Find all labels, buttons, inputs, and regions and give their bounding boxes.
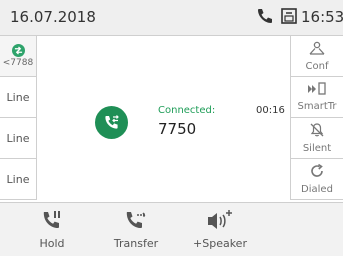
clock: 16:53 — [301, 8, 343, 26]
silent-label: Silent — [302, 143, 332, 154]
bottom-softkeys: Hold Transfer +Speaker — [0, 202, 343, 256]
line-key-1[interactable]: <7788 — [0, 36, 37, 77]
dialed-button[interactable]: Dialed — [290, 159, 343, 200]
side-softkeys: Conf SmartTr Silent Dialed — [290, 36, 343, 202]
dialed-label: Dialed — [301, 184, 333, 195]
line-key-label: Line — [6, 172, 30, 186]
smart-transfer-label: SmartTr — [297, 101, 337, 112]
call-number: 7750 — [158, 120, 197, 138]
conference-label: Conf — [305, 60, 329, 72]
smart-transfer-button[interactable]: SmartTr — [290, 77, 343, 118]
silent-button[interactable]: Silent — [290, 118, 343, 159]
refresh-icon — [309, 163, 325, 182]
hold-label: Hold — [39, 237, 65, 250]
call-state-label: Connected: — [158, 105, 216, 116]
bell-silent-icon — [309, 122, 325, 141]
line-key-3[interactable]: Line — [0, 118, 37, 159]
status-bar: 16.07.2018 16:53 — [0, 0, 343, 36]
transfer-button[interactable]: Transfer — [106, 203, 166, 256]
line-key-2[interactable]: Line — [0, 77, 37, 118]
active-call-icon — [95, 106, 128, 139]
speaker-icon — [206, 203, 234, 231]
line-key-4[interactable]: Line — [0, 159, 37, 200]
transfer-icon — [124, 203, 148, 231]
line-keys: <7788 Line Line Line — [0, 36, 37, 202]
date: 16.07.2018 — [10, 8, 96, 26]
line-call-icon — [11, 44, 25, 57]
conference-icon — [308, 41, 326, 59]
call-area: Connected: 00:16 7750 — [37, 36, 290, 202]
line-key-label: Line — [6, 131, 30, 145]
line-key-label: Line — [6, 90, 30, 104]
phone-icon — [256, 7, 274, 29]
line-key-label: <7788 — [2, 58, 34, 68]
transfer-label: Transfer — [113, 237, 159, 250]
status-icons — [256, 8, 298, 28]
speaker-button[interactable]: +Speaker — [190, 203, 250, 256]
smart-transfer-icon — [307, 82, 327, 99]
speaker-label: +Speaker — [193, 237, 247, 250]
hold-icon — [41, 203, 63, 231]
call-timer: 00:16 — [256, 105, 285, 116]
voicemail-icon — [280, 7, 298, 29]
conference-button[interactable]: Conf — [290, 36, 343, 77]
phone-screen: 16.07.2018 16:53 <7788 Line Line Line Co… — [0, 0, 343, 256]
hold-button[interactable]: Hold — [22, 203, 82, 256]
